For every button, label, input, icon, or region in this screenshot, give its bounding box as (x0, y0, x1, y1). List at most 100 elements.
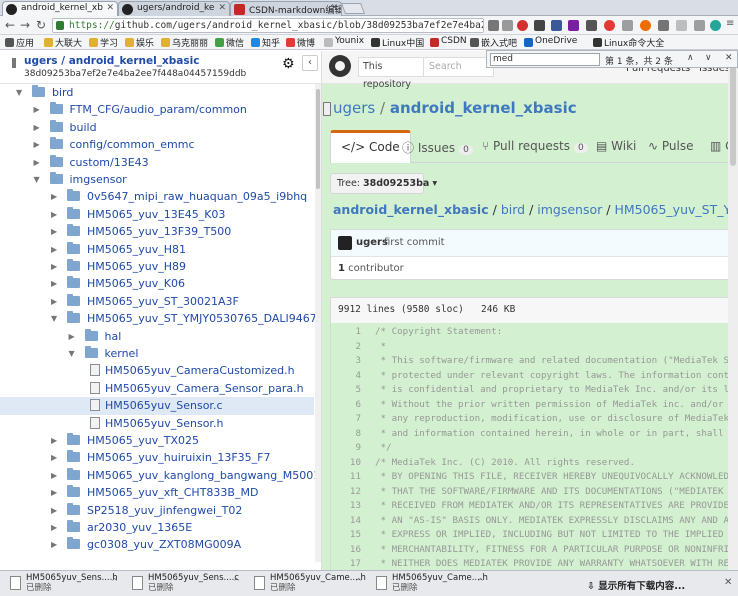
onenote-icon[interactable] (568, 20, 579, 31)
close-tab-icon[interactable]: ✕ (106, 3, 114, 13)
breadcrumb-item[interactable]: imgsensor (537, 202, 602, 217)
line-number[interactable]: 7 (331, 413, 361, 424)
bookmark-item[interactable]: 嵌入式吧 (470, 36, 517, 49)
chevron-right-icon[interactable]: ▶ (51, 453, 57, 462)
chevron-down-icon[interactable]: ▼ (34, 175, 40, 184)
tree-folder-row[interactable]: ▶ HM5065_yuv_13F39_T500 (0, 223, 314, 240)
line-number[interactable]: 10 (331, 457, 361, 468)
tree-folder-row[interactable]: ▼ bird (0, 84, 314, 101)
bookmark-item[interactable]: CSDN (430, 36, 467, 47)
chevron-down-icon[interactable]: ▼ (16, 88, 22, 97)
breadcrumb-item[interactable]: bird (501, 202, 525, 217)
download-item[interactable]: HM5065yuv_Came....h 已删除 ^ (248, 573, 366, 595)
chevron-right-icon[interactable]: ▶ (51, 297, 57, 306)
bookmark-item[interactable]: 知乎 (251, 36, 280, 49)
line-number[interactable]: 4 (331, 370, 361, 381)
line-number[interactable]: 14 (331, 515, 361, 526)
download-item[interactable]: HM5065yuv_Came....h 已删除 ^ (370, 573, 488, 595)
chevron-down-icon[interactable]: ▼ (69, 349, 75, 358)
bookmark-item[interactable]: 娱乐 (125, 36, 154, 49)
repo-owner[interactable]: ugers (24, 55, 58, 67)
bookmark-item[interactable]: 学习 (89, 36, 118, 49)
line-number[interactable]: 5 (331, 384, 361, 395)
line-number[interactable]: 16 (331, 544, 361, 555)
github-logo-icon[interactable] (329, 55, 351, 77)
line-number[interactable]: 1 (331, 326, 361, 337)
tree-folder-row[interactable]: ▶ gc0308_yuv_ZXT08MG009A (0, 536, 314, 553)
browser-tab[interactable]: CSDN-markdown编辑 ✕ (230, 1, 342, 16)
search-scope[interactable]: This repository (358, 57, 424, 90)
breadcrumb-root[interactable]: android_kernel_xbasic (333, 202, 489, 217)
tab-pull-requests[interactable]: ⑂ Pull requests 0 (472, 130, 598, 163)
bookmark-item[interactable]: 微信 (215, 36, 244, 49)
gear-icon[interactable]: ⚙ (282, 56, 295, 72)
chevron-right-icon[interactable]: ▶ (34, 140, 40, 149)
line-number[interactable]: 12 (331, 486, 361, 497)
chevron-right-icon[interactable]: ▶ (51, 227, 57, 236)
tree-folder-row[interactable]: ▶ HM5065_yuv_huiruixin_13F35_F7 (0, 449, 314, 466)
tree-folder-row[interactable]: ▶ 0v5647_mipi_raw_huaquan_09a5_i9bhq (0, 188, 314, 205)
collapse-sidebar-button[interactable]: ‹ (302, 55, 318, 71)
tree-folder-row[interactable]: ▶ custom/13E43 (0, 154, 314, 171)
show-all-downloads-link[interactable]: ⇩ 显示所有下载内容... (587, 578, 685, 592)
back-icon[interactable]: ← (5, 18, 15, 32)
chevron-up-icon[interactable]: ^ (355, 577, 362, 587)
tree-file-row[interactable]: HM5065yuv_CameraCustomized.h (0, 362, 314, 379)
line-number[interactable]: 17 (331, 558, 361, 569)
bookmark-item[interactable]: Younix (324, 36, 364, 47)
extension-icon[interactable] (551, 20, 562, 31)
extension-icon[interactable] (586, 20, 597, 31)
chevron-right-icon[interactable]: ▶ (51, 488, 57, 497)
tree-folder-row[interactable]: ▶ HM5065_yuv_H81 (0, 241, 314, 258)
tree-folder-row[interactable]: ▶ HM5065_yuv_13E45_K03 (0, 206, 314, 223)
tree-folder-row[interactable]: ▶ HM5065_yuv_kanglong_bangwang_M5001A_102 (0, 467, 321, 484)
breadcrumb-item[interactable]: HM5065_yuv_ST_YMJY0530765 (614, 202, 738, 217)
line-number[interactable]: 9 (331, 442, 361, 453)
extension-icon[interactable] (658, 20, 669, 31)
tab-pulse[interactable]: ∿ Pulse (638, 130, 703, 163)
extension-icon[interactable] (517, 20, 528, 31)
find-close-icon[interactable]: ✕ (725, 53, 733, 63)
sidebar-repo-link[interactable]: ugers / android_kernel_xbasic (24, 55, 199, 67)
tree-folder-row[interactable]: ▶ FTM_CFG/audio_param/common (0, 101, 314, 118)
commit-message[interactable]: first commit (384, 237, 445, 248)
bookmark-item[interactable]: Linux命令大全 (593, 36, 664, 49)
zoom-icon[interactable] (488, 20, 499, 31)
chevron-up-icon[interactable]: ^ (233, 577, 240, 587)
find-input[interactable]: med (490, 53, 600, 66)
line-number[interactable]: 8 (331, 428, 361, 439)
new-tab-button[interactable] (340, 3, 366, 14)
close-icon[interactable]: ✕ (724, 577, 732, 588)
translate-icon[interactable] (502, 20, 513, 31)
chevron-right-icon[interactable]: ▶ (51, 540, 57, 549)
tree-folder-row[interactable]: ▶ build (0, 119, 314, 136)
chevron-right-icon[interactable]: ▶ (69, 332, 75, 341)
extension-icon[interactable] (640, 20, 651, 31)
contributors[interactable]: 1 contributor (338, 263, 404, 274)
chevron-right-icon[interactable]: ▶ (51, 262, 57, 271)
chevron-right-icon[interactable]: ▶ (51, 506, 57, 515)
repo-name-link[interactable]: android_kernel_xbasic (390, 99, 577, 117)
bookmark-item[interactable]: 应用 (5, 36, 34, 49)
chevron-up-icon[interactable]: ^ (477, 577, 484, 587)
tree-folder-row[interactable]: ▶ HM5065_yuv_xft_CHT833B_MD (0, 484, 314, 501)
download-item[interactable]: HM5065yuv_Sens....c 已删除 ^ (126, 573, 244, 595)
tab-issues[interactable]: ⓘ Issues 0 (392, 130, 483, 163)
extension-icon[interactable] (534, 20, 545, 31)
opera-icon[interactable] (604, 20, 615, 31)
tree-file-row[interactable]: HM5065yuv_Sensor.c (0, 397, 314, 415)
chevron-right-icon[interactable]: ▶ (51, 436, 57, 445)
scrollbar-thumb[interactable] (730, 56, 736, 166)
close-tab-icon[interactable]: ✕ (218, 3, 226, 13)
bookmark-item[interactable]: Linux中国 (371, 36, 424, 49)
chevron-down-icon[interactable]: ▼ (51, 314, 57, 323)
extension-icon[interactable] (676, 20, 687, 31)
chevron-right-icon[interactable]: ▶ (51, 210, 57, 219)
tree-folder-row[interactable]: ▶ HM5065_yuv_ST_30021A3F (0, 293, 314, 310)
search-input[interactable]: Search (424, 57, 494, 77)
tree-folder-row[interactable]: ▶ HM5065_yuv_K06 (0, 275, 314, 292)
bookmark-item[interactable]: OneDrive (524, 36, 577, 47)
repo-owner-link[interactable]: ugers (333, 99, 375, 117)
address-bar[interactable]: https://github.com/ugers/android_kernel_… (52, 18, 484, 33)
download-item[interactable]: HM5065yuv_Sens....h 已删除 ^ (4, 573, 122, 595)
